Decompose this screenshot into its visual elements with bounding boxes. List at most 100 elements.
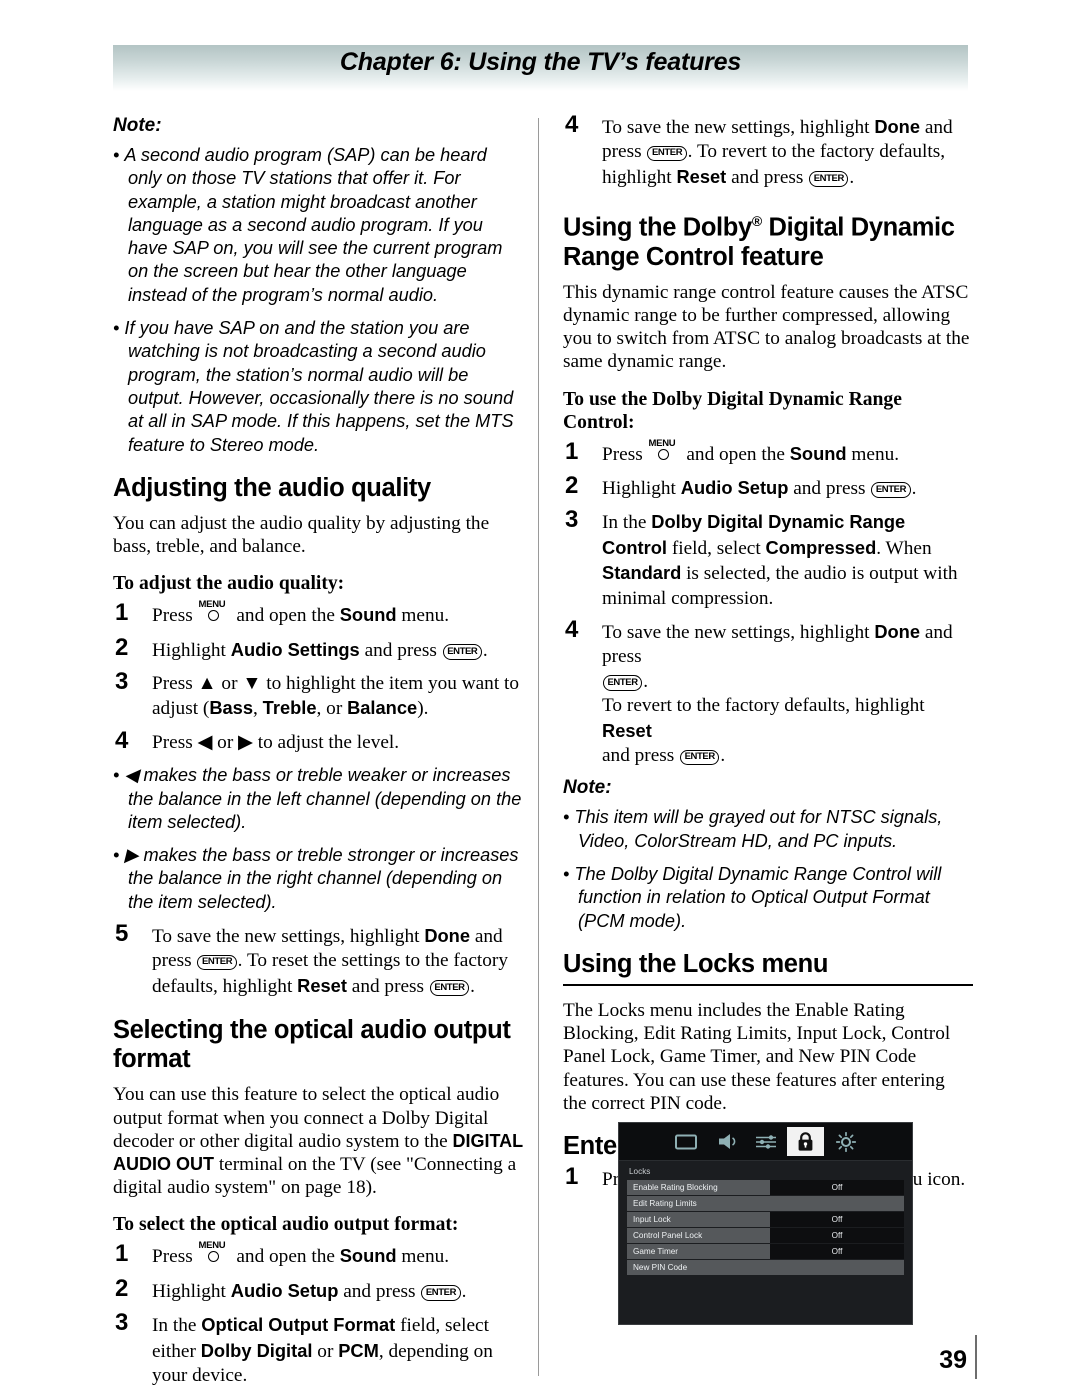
step-text: To save the new settings, highlight (152, 926, 420, 948)
step-bold-term: Reset (676, 165, 727, 187)
step-bold-term: Done (424, 925, 471, 947)
step-bold-term: Audio Setup (230, 1279, 339, 1301)
step-bold-term: Reset (602, 719, 652, 741)
step-bold-term: Done (874, 620, 921, 642)
step-text: and press (602, 745, 675, 766)
step-item: 4 To save the new settings, highlight Do… (563, 111, 973, 190)
step-text: ). (417, 698, 429, 720)
tv-menu-icon-picture[interactable] (667, 1127, 704, 1156)
tv-locks-menu-figure: Locks Enable Rating Blocking Off Edit Ra… (618, 1122, 913, 1325)
enter-key-icon: ENTER (429, 980, 470, 996)
tv-menu-row-label: Control Panel Lock (627, 1228, 770, 1243)
step-text: . (643, 670, 649, 692)
tv-menu-icon-setup[interactable] (827, 1127, 864, 1156)
step-text: menu. (401, 1246, 450, 1268)
step-number: 4 (565, 615, 579, 643)
note-text: A second audio program (SAP) can be hear… (124, 145, 503, 305)
table-row[interactable]: New PIN Code (627, 1260, 904, 1275)
step-item: 1 Press MENU and open the Sound menu. (563, 438, 973, 467)
tv-menu-row-value: Off (770, 1212, 904, 1227)
step-bold-term: Done (874, 116, 921, 137)
step-item: 4 Press ◀ or ▶ to adjust the level. (113, 728, 523, 755)
tv-menu-icon-bar (619, 1123, 912, 1161)
step-item: 2 Highlight Audio Settings and press ENT… (113, 633, 523, 663)
enter-key-icon: ENTER (603, 675, 643, 691)
tv-menu-icon-locks[interactable] (787, 1127, 824, 1156)
step-number: 2 (565, 471, 579, 499)
tv-menu-row-list: Enable Rating Blocking Off Edit Rating L… (619, 1180, 912, 1275)
step-bold-term: Sound (339, 604, 397, 626)
sliders-icon (755, 1134, 776, 1149)
step-text: . (849, 166, 855, 188)
step-number: 1 (115, 1240, 129, 1268)
section-intro: This dynamic range control feature cause… (563, 281, 970, 373)
table-row[interactable]: Input Lock Off (627, 1212, 904, 1227)
lock-icon (798, 1131, 813, 1151)
page-title: Chapter 6: Using the TV’s features (339, 48, 742, 76)
step-item: 3 In the Optical Output Format field, se… (113, 1310, 523, 1388)
tv-menu-icon-preferences[interactable] (747, 1127, 784, 1156)
tv-menu-row-label: Input Lock (627, 1212, 770, 1227)
step-text: and open the (236, 605, 335, 627)
step-text: and open the (686, 443, 785, 465)
step-text: menu. (401, 605, 450, 627)
step-text: . When (876, 537, 932, 559)
section-heading-dolby-drc: Using the Dolby® Digital Dynamic Range C… (563, 207, 973, 272)
step-bold-term: Compressed (765, 536, 877, 558)
step-item: 2 Highlight Audio Setup and press ENTER. (563, 471, 973, 501)
step-text: To save the new settings, highlight (602, 621, 870, 643)
step-number: 5 (115, 920, 129, 948)
table-row[interactable]: Edit Rating Limits (627, 1196, 904, 1211)
tv-menu-icon-sound[interactable] (707, 1127, 744, 1156)
subheading-to-adjust-audio-quality: To adjust the audio quality: (113, 573, 345, 595)
bullet-text: ▶ makes the bass or treble stronger or i… (124, 845, 519, 912)
tv-menu-row-label: New PIN Code (627, 1260, 904, 1275)
note-text: If you have SAP on and the station you a… (124, 318, 514, 455)
step-number: 1 (565, 1162, 579, 1190)
table-row[interactable]: Enable Rating Blocking Off (627, 1180, 904, 1195)
step-text: Press (152, 605, 193, 627)
menu-key-icon: MENU (649, 438, 681, 463)
step-text: Highlight (152, 1280, 226, 1302)
bullet-text: ◀ makes the bass or treble weaker or inc… (124, 765, 522, 832)
heading-text: Using the Dolby (563, 213, 752, 242)
step-bold-term: Audio Settings (230, 638, 360, 660)
step-text: and press (343, 1280, 416, 1302)
step-text: Press ◀ or ▶ to adjust the level. (152, 731, 400, 753)
intro-text: You can use this feature to select the o… (113, 1084, 500, 1152)
menu-key-circle (657, 448, 669, 460)
step-text: In the (602, 512, 647, 534)
note-text: This item will be grayed out for NTSC si… (574, 807, 943, 851)
section-heading-adjusting-audio-quality: Adjusting the audio quality (113, 473, 431, 502)
step-item: 2 Highlight Audio Setup and press ENTER. (113, 1274, 523, 1304)
tv-menu-row-value: Off (770, 1180, 904, 1195)
step-number: 2 (115, 1274, 129, 1302)
step-bold-term: Optical Output Format (201, 1314, 396, 1336)
step-bold-term: Sound (339, 1245, 397, 1267)
menu-key-circle (207, 1251, 219, 1263)
step-text: , or (316, 698, 348, 720)
step-text: . (461, 1280, 467, 1302)
note-list: A second audio program (SAP) can be hear… (113, 144, 523, 457)
tv-menu-scope-label: Locks (629, 1167, 651, 1176)
table-row[interactable]: Control Panel Lock Off (627, 1228, 904, 1243)
menu-key-icon: MENU (199, 1241, 231, 1265)
step-text: . (482, 639, 488, 661)
list-item: This item will be grayed out for NTSC si… (563, 806, 973, 853)
tv-menu-row-value: Off (770, 1244, 904, 1259)
subheading-to-select-optical-format: To select the optical audio output forma… (113, 1214, 459, 1236)
step-text: , (253, 698, 263, 720)
step-bold-term: Treble (262, 697, 317, 719)
enter-key-icon: ENTER (442, 644, 482, 660)
enter-key-icon: ENTER (871, 482, 911, 498)
right-column: 4 To save the new settings, highlight Do… (563, 111, 973, 1201)
step-text: or (317, 1340, 334, 1362)
step-bold-term: Reset (297, 974, 347, 996)
table-row[interactable]: Game Timer Off (627, 1244, 904, 1259)
step-text: menu. (851, 443, 900, 465)
step-number: 2 (115, 633, 129, 661)
sun-setup-icon (835, 1131, 856, 1152)
step-number: 4 (565, 111, 579, 138)
enter-key-icon: ENTER (647, 145, 687, 162)
step-text: Highlight (152, 639, 226, 661)
